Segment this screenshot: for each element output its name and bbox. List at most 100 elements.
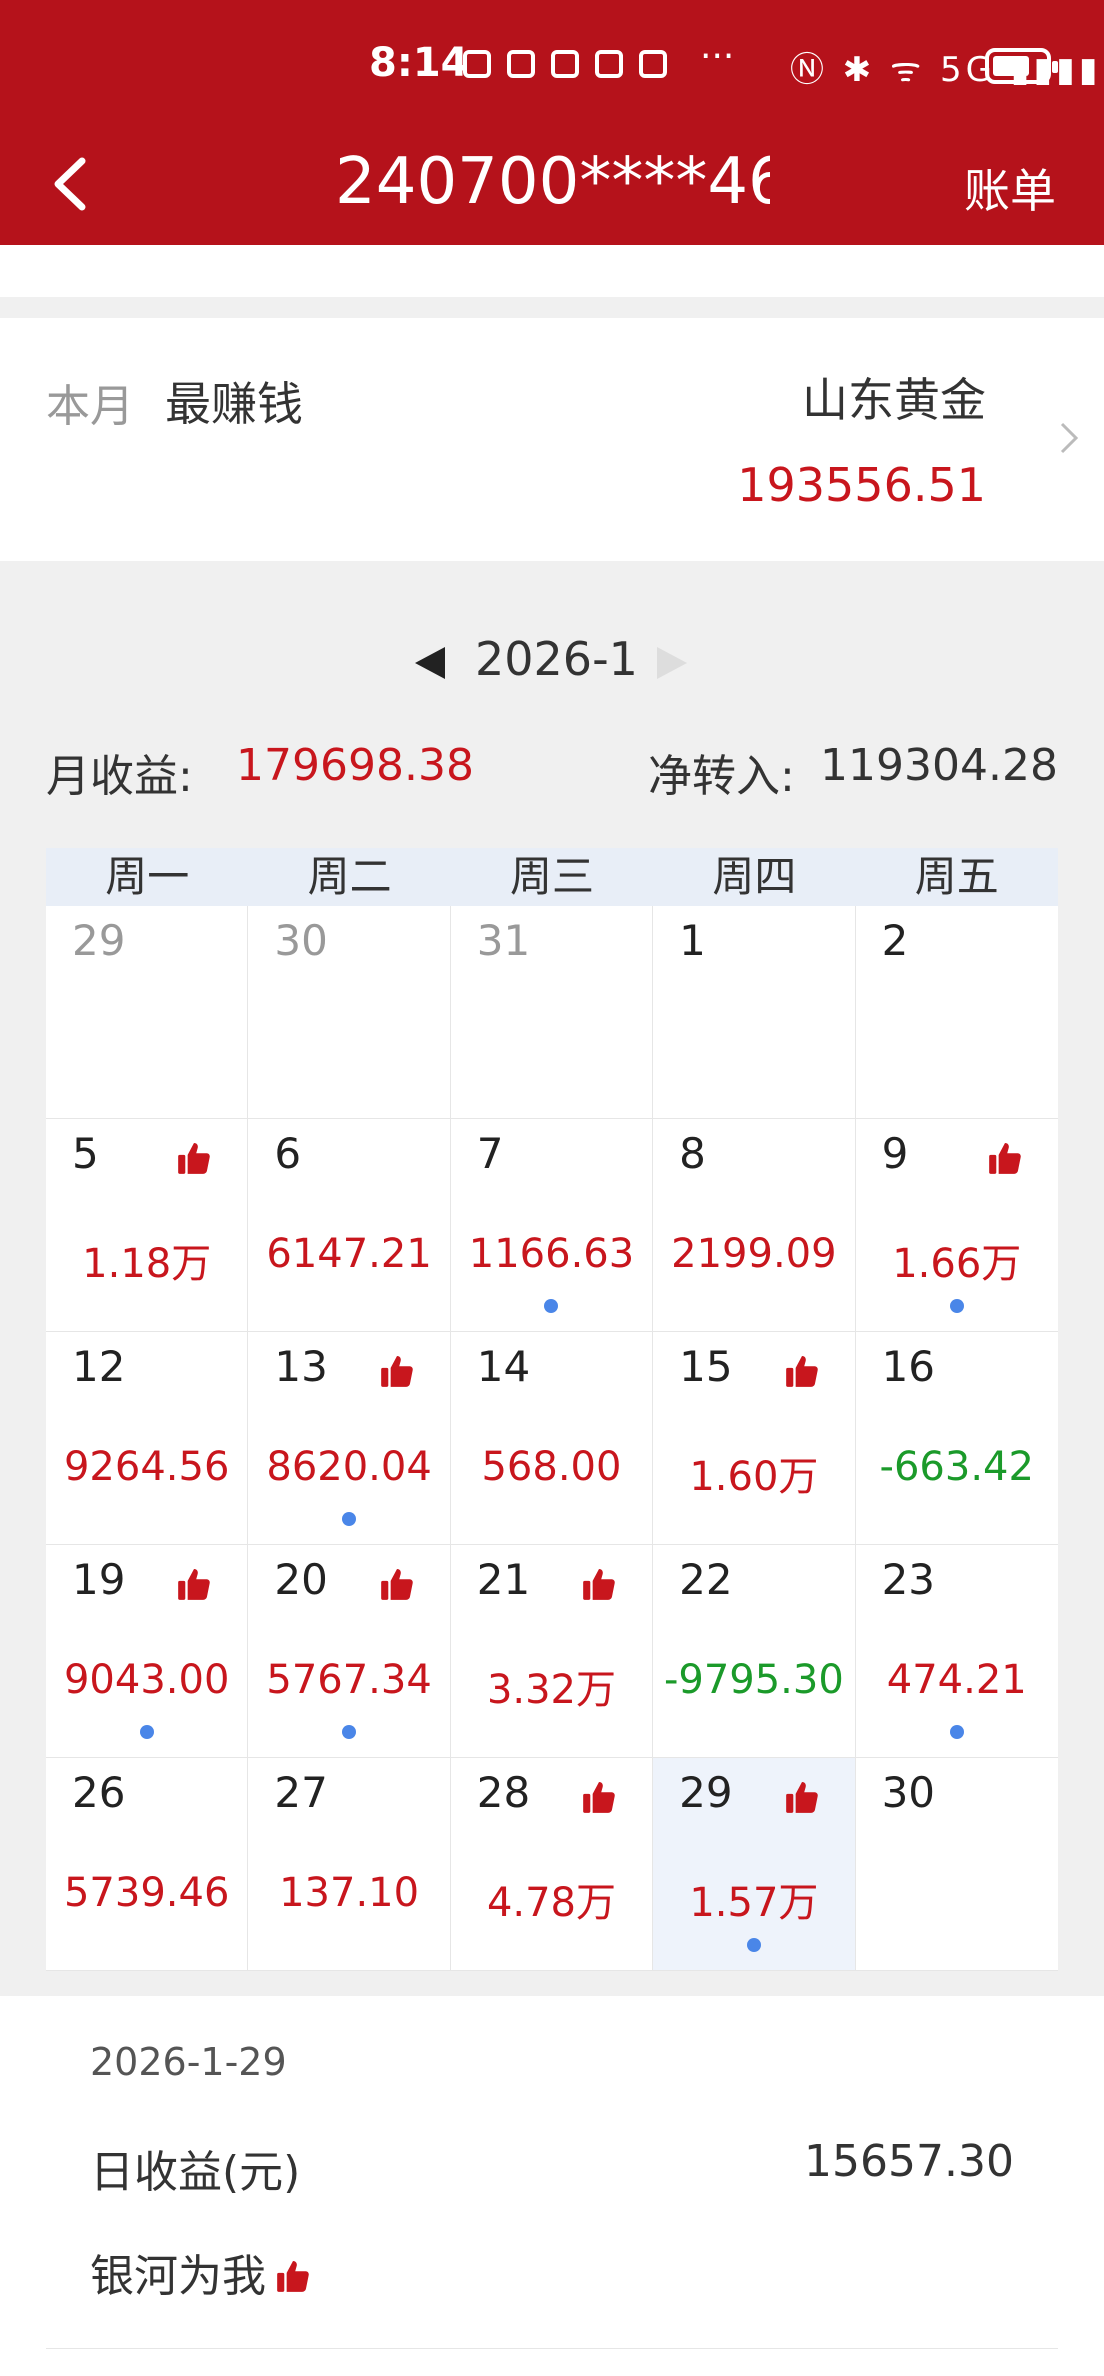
notification-icon — [595, 50, 623, 78]
calendar-day-cell[interactable]: 12 9264.56 — [46, 1332, 249, 1545]
monthly-income-label: 月收益: — [46, 751, 193, 802]
day-profit: 2199.09 — [671, 1231, 837, 1277]
activity-dot — [342, 1725, 357, 1739]
daily-income-label: 日收益(元) — [90, 2147, 301, 2198]
day-number: 31 — [476, 916, 531, 965]
current-month: 2026-1 — [475, 632, 638, 686]
app-header: 8:14 ··· Ⓝ ✱ ᯤ 5G ▮▮▮▮ 240700****46 账单 — [0, 0, 1104, 245]
top-stock-amount: 193556.51 — [737, 458, 986, 512]
calendar-day-cell[interactable]: 20 5767.34 — [248, 1545, 451, 1758]
day-number: 22 — [679, 1555, 733, 1604]
thumbs-up-icon — [380, 1355, 413, 1387]
day-number: 15 — [679, 1342, 733, 1391]
next-month-icon[interactable] — [657, 647, 687, 679]
day-number: 1 — [679, 916, 706, 965]
day-number: 7 — [476, 1129, 504, 1178]
notification-icon — [463, 50, 491, 78]
day-profit: 4.78万 — [486, 1880, 616, 1926]
prev-month-icon[interactable] — [415, 647, 445, 679]
calendar-day-cell[interactable]: 19 9043.00 — [46, 1545, 249, 1758]
calendar-day-cell[interactable]: 26 5739.46 — [46, 1758, 249, 1971]
calendar-day-cell[interactable]: 7 1166.63 — [450, 1119, 654, 1332]
calendar-day-cell[interactable]: 1 — [653, 906, 856, 1119]
day-number: 13 — [274, 1342, 328, 1391]
status-bar: 8:14 ··· Ⓝ ✱ ᯤ 5G ▮▮▮▮ — [0, 0, 1104, 135]
calendar-day-cell[interactable]: 30 — [855, 1758, 1058, 1971]
calendar-day-cell[interactable]: 16 -663.42 — [855, 1332, 1058, 1545]
thumbs-up-icon — [277, 2260, 309, 2292]
weekday-label: 周三 — [509, 852, 594, 901]
calendar-day-cell[interactable]: 23 474.21 — [855, 1545, 1058, 1758]
day-number: 28 — [476, 1768, 531, 1817]
day-number: 23 — [881, 1555, 936, 1604]
activity-dot — [342, 1512, 357, 1526]
day-number: 5 — [72, 1129, 99, 1178]
calendar-day-cell[interactable]: 9 1.66万 — [855, 1119, 1058, 1332]
chevron-right-icon — [1060, 422, 1079, 454]
day-number: 27 — [274, 1768, 328, 1817]
calendar-day-cell[interactable]: 2 — [855, 906, 1058, 1119]
calendar-day-cell[interactable]: 21 3.32万 — [450, 1545, 654, 1758]
thumbs-up-icon — [785, 1355, 818, 1387]
thumbs-up-icon — [989, 1142, 1021, 1174]
calendar-day-cell[interactable]: 13 8620.04 — [248, 1332, 451, 1545]
nav-bar: 240700****46 账单 — [0, 135, 1104, 245]
calendar-day-cell[interactable]: 28 4.78万 — [450, 1758, 654, 1971]
calendar-day-cell[interactable]: 30 — [248, 906, 451, 1119]
account-number-title: 240700****46 — [335, 145, 770, 219]
day-profit: 8620.04 — [266, 1444, 432, 1490]
thumbs-up-icon — [178, 1568, 211, 1600]
thumbs-up-icon — [785, 1781, 818, 1813]
back-arrow-icon[interactable] — [40, 149, 110, 219]
thumbs-up-icon — [178, 1142, 211, 1174]
day-number: 29 — [679, 1768, 733, 1817]
calendar-day-cell[interactable]: 6 6147.21 — [248, 1119, 451, 1332]
calendar-day-cell[interactable]: 15 1.60万 — [653, 1332, 856, 1545]
calendar-day-cell[interactable]: 27 137.10 — [248, 1758, 451, 1971]
calendar-day-cell[interactable]: 29 — [46, 906, 249, 1119]
battery-icon — [985, 48, 1058, 84]
day-profit: 9043.00 — [63, 1657, 230, 1703]
calendar-day-cell[interactable]: 29 1.57万 — [653, 1758, 856, 1971]
day-detail: 2026-1-29 日收益(元) 15657.30 银河为我 — [0, 1996, 1104, 2376]
calendar-day-cell[interactable]: 14 568.00 — [450, 1332, 654, 1545]
day-profit: 9264.56 — [63, 1444, 230, 1490]
day-number: 30 — [881, 1768, 936, 1817]
status-time: 8:14 — [369, 40, 469, 86]
cheer-note-text: 银河为我 — [90, 2251, 266, 2302]
day-number: 29 — [72, 916, 126, 965]
day-number: 19 — [72, 1555, 126, 1604]
daily-income-value: 15657.30 — [804, 2136, 1014, 2187]
day-number: 20 — [274, 1555, 328, 1604]
day-number: 8 — [679, 1129, 706, 1178]
thumbs-up-icon — [583, 1781, 615, 1813]
notification-icon — [639, 50, 667, 78]
bill-button[interactable]: 账单 — [964, 155, 1056, 221]
day-number: 30 — [274, 916, 328, 965]
day-number: 2 — [881, 916, 909, 965]
day-profit: 568.00 — [481, 1444, 622, 1490]
day-number: 16 — [881, 1342, 936, 1391]
notification-icon — [507, 50, 535, 78]
top-earner-card[interactable]: 本月 最赚钱 山东黄金 193556.51 — [0, 318, 1104, 561]
calendar-day-cell[interactable]: 5 1.18万 — [46, 1119, 249, 1332]
day-profit: 137.10 — [279, 1870, 420, 1916]
month-navigator: 2026-1 — [0, 630, 1104, 690]
weekday-label: 周一 — [105, 852, 190, 901]
activity-dot — [949, 1299, 964, 1313]
day-profit: 5767.34 — [266, 1657, 432, 1703]
weekday-label: 周四 — [712, 852, 797, 901]
activity-dot — [139, 1725, 154, 1739]
calendar-day-cell[interactable]: 31 — [450, 906, 654, 1119]
activity-dot — [746, 1938, 761, 1952]
calendar-day-cell[interactable]: 22 -9795.30 — [653, 1545, 856, 1758]
calendar-day-cell[interactable]: 8 2199.09 — [653, 1119, 856, 1332]
selected-date: 2026-1-29 — [90, 2040, 287, 2084]
thumbs-up-icon — [583, 1568, 615, 1600]
day-number: 14 — [476, 1342, 531, 1391]
calendar-grid: 29 30 31 1 2 5 1.18万 6 6147.21 7 1166.63 8 2199.09 9 1… — [46, 906, 1058, 1971]
header-spacer — [0, 245, 1104, 297]
monthly-totals: 月收益: 179698.38 净转入: 119304.28 — [0, 740, 1104, 802]
net-transfer-value: 119304.28 — [820, 740, 1058, 791]
day-profit: 5739.46 — [63, 1870, 230, 1916]
